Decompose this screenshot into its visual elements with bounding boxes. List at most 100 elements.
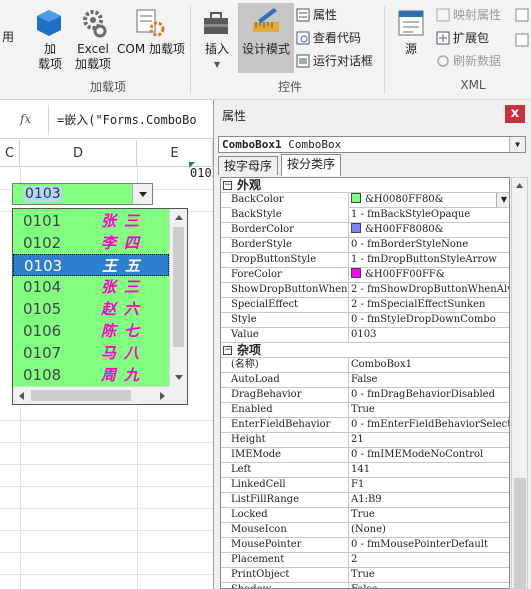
property-value[interactable]: True	[351, 568, 509, 583]
property-value[interactable]: ComboBox1	[351, 358, 509, 373]
property-value[interactable]: &H00FF00FF&	[351, 268, 509, 283]
cell-f1[interactable]: 0103	[190, 166, 213, 180]
column-header-d[interactable]: D	[20, 140, 137, 167]
ribbon-extra-icon[interactable]	[515, 8, 529, 22]
list-item[interactable]: 0106 陈七	[13, 320, 169, 342]
list-item[interactable]: 0108 周九	[13, 364, 169, 386]
property-row[interactable]: Left 141	[221, 463, 509, 478]
chevron-left-icon[interactable]	[13, 387, 31, 405]
tab-alphabetic[interactable]: 按字母序	[218, 156, 279, 175]
list-item[interactable]: 0107 马八	[13, 342, 169, 364]
fx-icon[interactable]: fx	[20, 112, 31, 126]
properties-button[interactable]: 属性	[296, 6, 337, 24]
chevron-up-icon[interactable]	[170, 209, 188, 227]
property-row[interactable]: ShadowFalse	[221, 583, 509, 588]
property-grid[interactable]: − 外观 BackColor &H0080FF80& ▼ BackStyle 1 - fmB…	[220, 177, 510, 589]
property-value[interactable]: 0 - fmIMEModeNoControl	[351, 448, 509, 463]
property-row[interactable]: Height 21	[221, 433, 509, 448]
collapse-icon[interactable]: −	[223, 346, 232, 355]
property-row[interactable]: Placement 2	[221, 553, 509, 568]
property-value[interactable]: 0 - fmEnterFieldBehaviorSelectAll	[351, 418, 509, 433]
expansion-pack-button[interactable]: 扩展包	[436, 29, 489, 47]
design-mode-button[interactable]: 设计模式	[238, 42, 294, 57]
list-item[interactable]: 0105 赵六	[13, 298, 169, 320]
scrollbar-thumb[interactable]	[31, 390, 131, 401]
column-header-e[interactable]: E	[137, 140, 213, 167]
view-code-button[interactable]: 查看代码	[296, 29, 361, 47]
property-grid-scrollbar[interactable]	[511, 177, 528, 589]
property-value[interactable]: True	[351, 508, 509, 523]
property-value[interactable]: &H0080FF80& ▼	[351, 193, 509, 208]
ribbon-cut-label[interactable]: 用	[0, 30, 16, 45]
property-category[interactable]: − 外观	[221, 178, 509, 193]
property-row[interactable]: PrintObject True	[221, 568, 509, 583]
property-value[interactable]: 0103	[351, 328, 509, 343]
list-item[interactable]: 0101 张三	[13, 210, 169, 232]
property-value[interactable]: 21	[351, 433, 509, 448]
property-row[interactable]: AutoLoad False	[221, 373, 509, 388]
property-row[interactable]: BackColor &H0080FF80& ▼	[221, 193, 509, 208]
chevron-down-icon[interactable]: ▼	[214, 60, 220, 69]
property-value[interactable]: 2 - fmShowDropButtonWhenAlways	[351, 283, 509, 298]
combobox-value[interactable]: 0103	[24, 186, 62, 202]
property-category[interactable]: − 杂项	[221, 343, 509, 358]
property-value[interactable]: F1	[351, 478, 509, 493]
refresh-data-button[interactable]: 刷新数据	[436, 52, 501, 70]
excel-addins-button[interactable]: Excel 加载项	[70, 42, 116, 72]
list-horizontal-scrollbar[interactable]	[13, 386, 171, 404]
scrollbar-thumb[interactable]	[173, 227, 184, 347]
collapse-icon[interactable]: −	[223, 181, 232, 190]
property-value[interactable]: A1:B9	[351, 493, 509, 508]
property-row[interactable]: ForeColor &H00FF00FF&	[221, 268, 509, 283]
property-value[interactable]: 1 - fmBackStyleOpaque	[351, 208, 509, 223]
chevron-down-icon[interactable]: ▼	[496, 193, 509, 207]
combobox[interactable]: 0103	[12, 183, 153, 205]
property-value[interactable]: 0 - fmBorderStyleNone	[351, 238, 509, 253]
combobox-drop-button[interactable]	[132, 184, 152, 204]
chevron-up-icon[interactable]	[512, 178, 527, 193]
insert-control-button[interactable]: 插入	[200, 42, 234, 57]
property-value[interactable]: False	[351, 373, 509, 388]
property-row[interactable]: MousePointer 0 - fmMousePointerDefault	[221, 538, 509, 553]
list-item[interactable]: 0103 王五	[13, 254, 169, 276]
scrollbar-thumb[interactable]	[514, 478, 526, 589]
property-value[interactable]: 141	[351, 463, 509, 478]
property-row[interactable]: MouseIcon (None)	[221, 523, 509, 538]
property-row[interactable]: (名称) ComboBox1	[221, 358, 509, 373]
property-row[interactable]: Enabled True	[221, 403, 509, 418]
property-row[interactable]: BorderColor &H00FF8080&	[221, 223, 509, 238]
property-row[interactable]: Value 0103	[221, 328, 509, 343]
property-value[interactable]: 0 - fmStyleDropDownCombo	[351, 313, 509, 328]
property-row[interactable]: DropButtonStyle 1 - fmDropButtonStyleArro…	[221, 253, 509, 268]
chevron-down-icon[interactable]: ▼	[509, 137, 525, 152]
property-value[interactable]: 0 - fmMousePointerDefault	[351, 538, 509, 553]
load-addins-button[interactable]: 加 载项	[30, 42, 70, 72]
combobox-list[interactable]: 0108 周九 0107 马八 0106 陈七 0105 赵六 0104 张三 0103 王五 0102…	[12, 208, 188, 405]
property-row[interactable]: SpecialEffect 2 - fmSpecialEffectSunken	[221, 298, 509, 313]
property-value[interactable]: 2	[351, 553, 509, 568]
property-row[interactable]: IMEMode 0 - fmIMEModeNoControl	[221, 448, 509, 463]
property-row[interactable]: ShowDropButtonWhen 2 - fmShowDropButtonWh…	[221, 283, 509, 298]
property-row[interactable]: BorderStyle 0 - fmBorderStyleNone	[221, 238, 509, 253]
property-value[interactable]: 1 - fmDropButtonStyleArrow	[351, 253, 509, 268]
property-row[interactable]: Style 0 - fmStyleDropDownCombo	[221, 313, 509, 328]
object-selector[interactable]: ComboBox1 ComboBox ▼	[218, 136, 526, 153]
run-dialog-button[interactable]: 运行对话框	[296, 52, 373, 70]
chevron-down-icon[interactable]	[170, 368, 188, 386]
close-button[interactable]: x	[505, 105, 525, 123]
property-value[interactable]: 0 - fmDragBehaviorDisabled	[351, 388, 509, 403]
formula-input[interactable]: =嵌入("Forms.ComboBo	[57, 111, 197, 128]
property-value[interactable]: 2 - fmSpecialEffectSunken	[351, 298, 509, 313]
xml-source-button[interactable]: 源	[396, 42, 426, 57]
property-row[interactable]: LinkedCell F1	[221, 478, 509, 493]
property-value[interactable]: True	[351, 403, 509, 418]
list-item[interactable]: 0104 张三	[13, 276, 169, 298]
column-header-c[interactable]: C	[0, 140, 20, 167]
property-value[interactable]: False	[351, 583, 509, 588]
property-row[interactable]: DragBehavior 0 - fmDragBehaviorDisabled	[221, 388, 509, 403]
property-value[interactable]: (None)	[351, 523, 509, 538]
property-row[interactable]: EnterFieldBehavior 0 - fmEnterFieldBehavi…	[221, 418, 509, 433]
property-row[interactable]: Locked True	[221, 508, 509, 523]
property-row[interactable]: ListFillRange A1:B9	[221, 493, 509, 508]
list-item[interactable]: 0102 李四	[13, 232, 169, 254]
